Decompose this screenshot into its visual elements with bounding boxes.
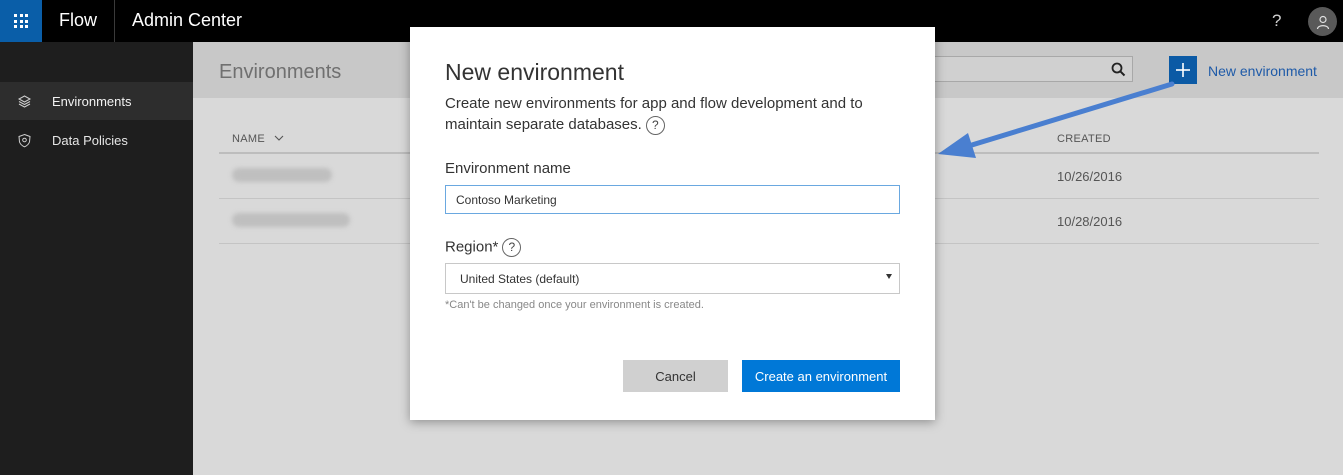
environment-name-label: Environment name bbox=[445, 160, 571, 177]
dialog-description: Create new environments for app and flow… bbox=[445, 93, 905, 135]
region-select[interactable]: United States (default) bbox=[445, 263, 900, 294]
help-icon[interactable]: ? bbox=[645, 115, 665, 135]
new-environment-dialog: New environment Create new environments … bbox=[410, 27, 935, 420]
region-selected-value: United States (default) bbox=[460, 272, 580, 286]
dialog-title: New environment bbox=[445, 59, 624, 85]
create-environment-button[interactable]: Create an environment bbox=[742, 360, 900, 392]
region-label-text: Region* bbox=[445, 238, 499, 256]
help-icon[interactable]: ? bbox=[502, 238, 522, 257]
region-label: Region*? bbox=[445, 238, 522, 257]
region-hint: *Can't be changed once your environment … bbox=[445, 299, 704, 311]
caret-down-icon bbox=[886, 274, 892, 279]
environment-name-input[interactable] bbox=[445, 185, 900, 214]
cancel-button[interactable]: Cancel bbox=[623, 360, 728, 392]
